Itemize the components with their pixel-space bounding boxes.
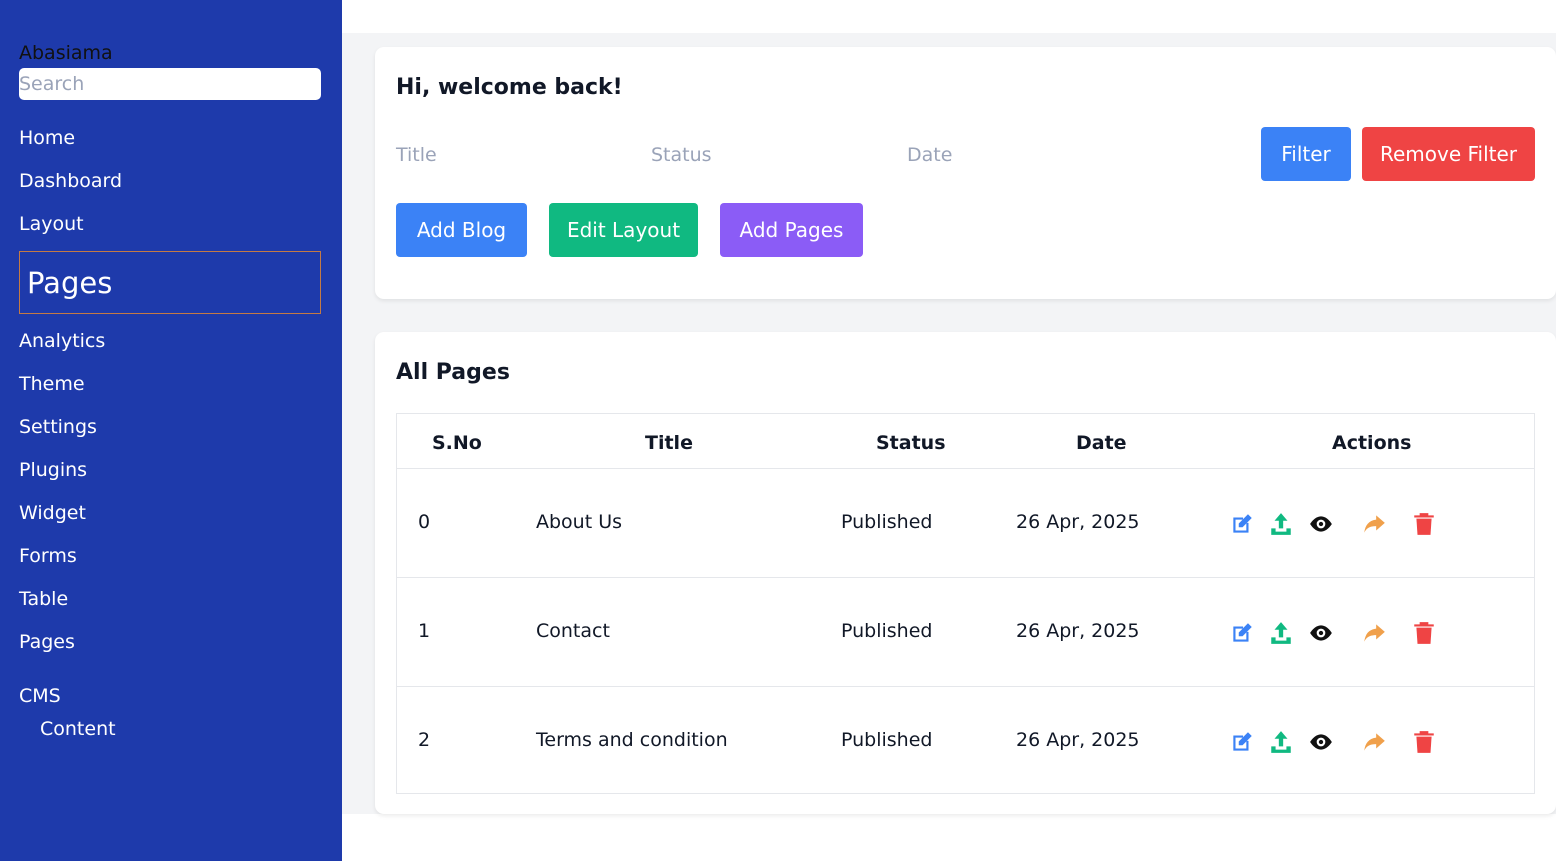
sidebar-item-cms[interactable]: CMS: [19, 685, 61, 707]
cell-title: Terms and condition: [536, 729, 728, 751]
brand-name: Abasiama: [19, 42, 113, 64]
edit-icon[interactable]: [1229, 620, 1255, 646]
edit-icon[interactable]: [1229, 511, 1255, 537]
sidebar-item-plugins[interactable]: Plugins: [19, 459, 87, 481]
sidebar-item-layout[interactable]: Layout: [19, 213, 84, 235]
title-filter[interactable]: Title: [396, 144, 437, 166]
date-filter[interactable]: Date: [907, 144, 952, 166]
cell-sno: 2: [418, 729, 431, 751]
table-row: 0 About Us Published 26 Apr, 2025: [397, 468, 1534, 577]
sidebar-item-dashboard[interactable]: Dashboard: [19, 170, 122, 192]
table-row: 1 Contact Published 26 Apr, 2025: [397, 577, 1534, 686]
cell-date: 26 Apr, 2025: [1016, 620, 1140, 642]
upload-icon[interactable]: [1268, 511, 1294, 537]
sidebar-item-widget[interactable]: Widget: [19, 502, 86, 524]
cell-title: Contact: [536, 620, 610, 642]
cell-date: 26 Apr, 2025: [1016, 729, 1140, 751]
sidebar-item-theme[interactable]: Theme: [19, 373, 85, 395]
eye-icon[interactable]: [1308, 620, 1334, 646]
column-header-status: Status: [876, 432, 946, 454]
pages-table-card: All Pages S.No Title Status Date Actions…: [375, 332, 1556, 814]
header-card: Hi, welcome back! Title Status Date Filt…: [375, 47, 1556, 299]
eye-icon[interactable]: [1308, 511, 1334, 537]
sidebar: Abasiama Home Dashboard Layout Pages Ana…: [0, 0, 342, 861]
cell-date: 26 Apr, 2025: [1016, 511, 1140, 533]
sidebar-item-label: Pages: [27, 266, 113, 300]
eye-icon[interactable]: [1308, 729, 1334, 755]
search-input[interactable]: [19, 68, 321, 100]
add-blog-button[interactable]: Add Blog: [396, 203, 527, 257]
upload-icon[interactable]: [1268, 620, 1294, 646]
cell-status: Published: [841, 511, 933, 533]
share-icon[interactable]: [1361, 620, 1387, 646]
status-filter[interactable]: Status: [651, 144, 712, 166]
sidebar-item-analytics[interactable]: Analytics: [19, 330, 105, 352]
share-icon[interactable]: [1361, 511, 1387, 537]
sidebar-item-home[interactable]: Home: [19, 127, 75, 149]
sidebar-item-pages[interactable]: Pages: [19, 631, 75, 653]
trash-icon[interactable]: [1411, 511, 1437, 537]
cell-sno: 0: [418, 511, 431, 533]
column-header-date: Date: [1076, 432, 1127, 454]
table-row: 2 Terms and condition Published 26 Apr, …: [397, 686, 1534, 795]
column-header-title: Title: [645, 432, 693, 454]
add-pages-button[interactable]: Add Pages: [720, 203, 863, 257]
column-header-actions: Actions: [1332, 432, 1412, 454]
cell-title: About Us: [536, 511, 623, 533]
cell-status: Published: [841, 620, 933, 642]
pages-table: S.No Title Status Date Actions 0 About U…: [396, 413, 1535, 794]
welcome-heading: Hi, welcome back!: [396, 75, 623, 100]
column-header-sno: S.No: [432, 432, 482, 454]
share-icon[interactable]: [1361, 729, 1387, 755]
remove-filter-button[interactable]: Remove Filter: [1362, 127, 1535, 181]
sidebar-item-settings[interactable]: Settings: [19, 416, 97, 438]
sidebar-item-forms[interactable]: Forms: [19, 545, 77, 567]
cell-status: Published: [841, 729, 933, 751]
upload-icon[interactable]: [1268, 729, 1294, 755]
cell-sno: 1: [418, 620, 431, 642]
sidebar-item-content[interactable]: Content: [40, 718, 116, 740]
edit-layout-button[interactable]: Edit Layout: [549, 203, 698, 257]
filter-button[interactable]: Filter: [1261, 127, 1351, 181]
trash-icon[interactable]: [1411, 620, 1437, 646]
section-title: All Pages: [396, 360, 510, 385]
edit-icon[interactable]: [1229, 729, 1255, 755]
sidebar-item-table[interactable]: Table: [19, 588, 68, 610]
sidebar-item-pages-active[interactable]: Pages: [19, 251, 321, 314]
trash-icon[interactable]: [1411, 729, 1437, 755]
